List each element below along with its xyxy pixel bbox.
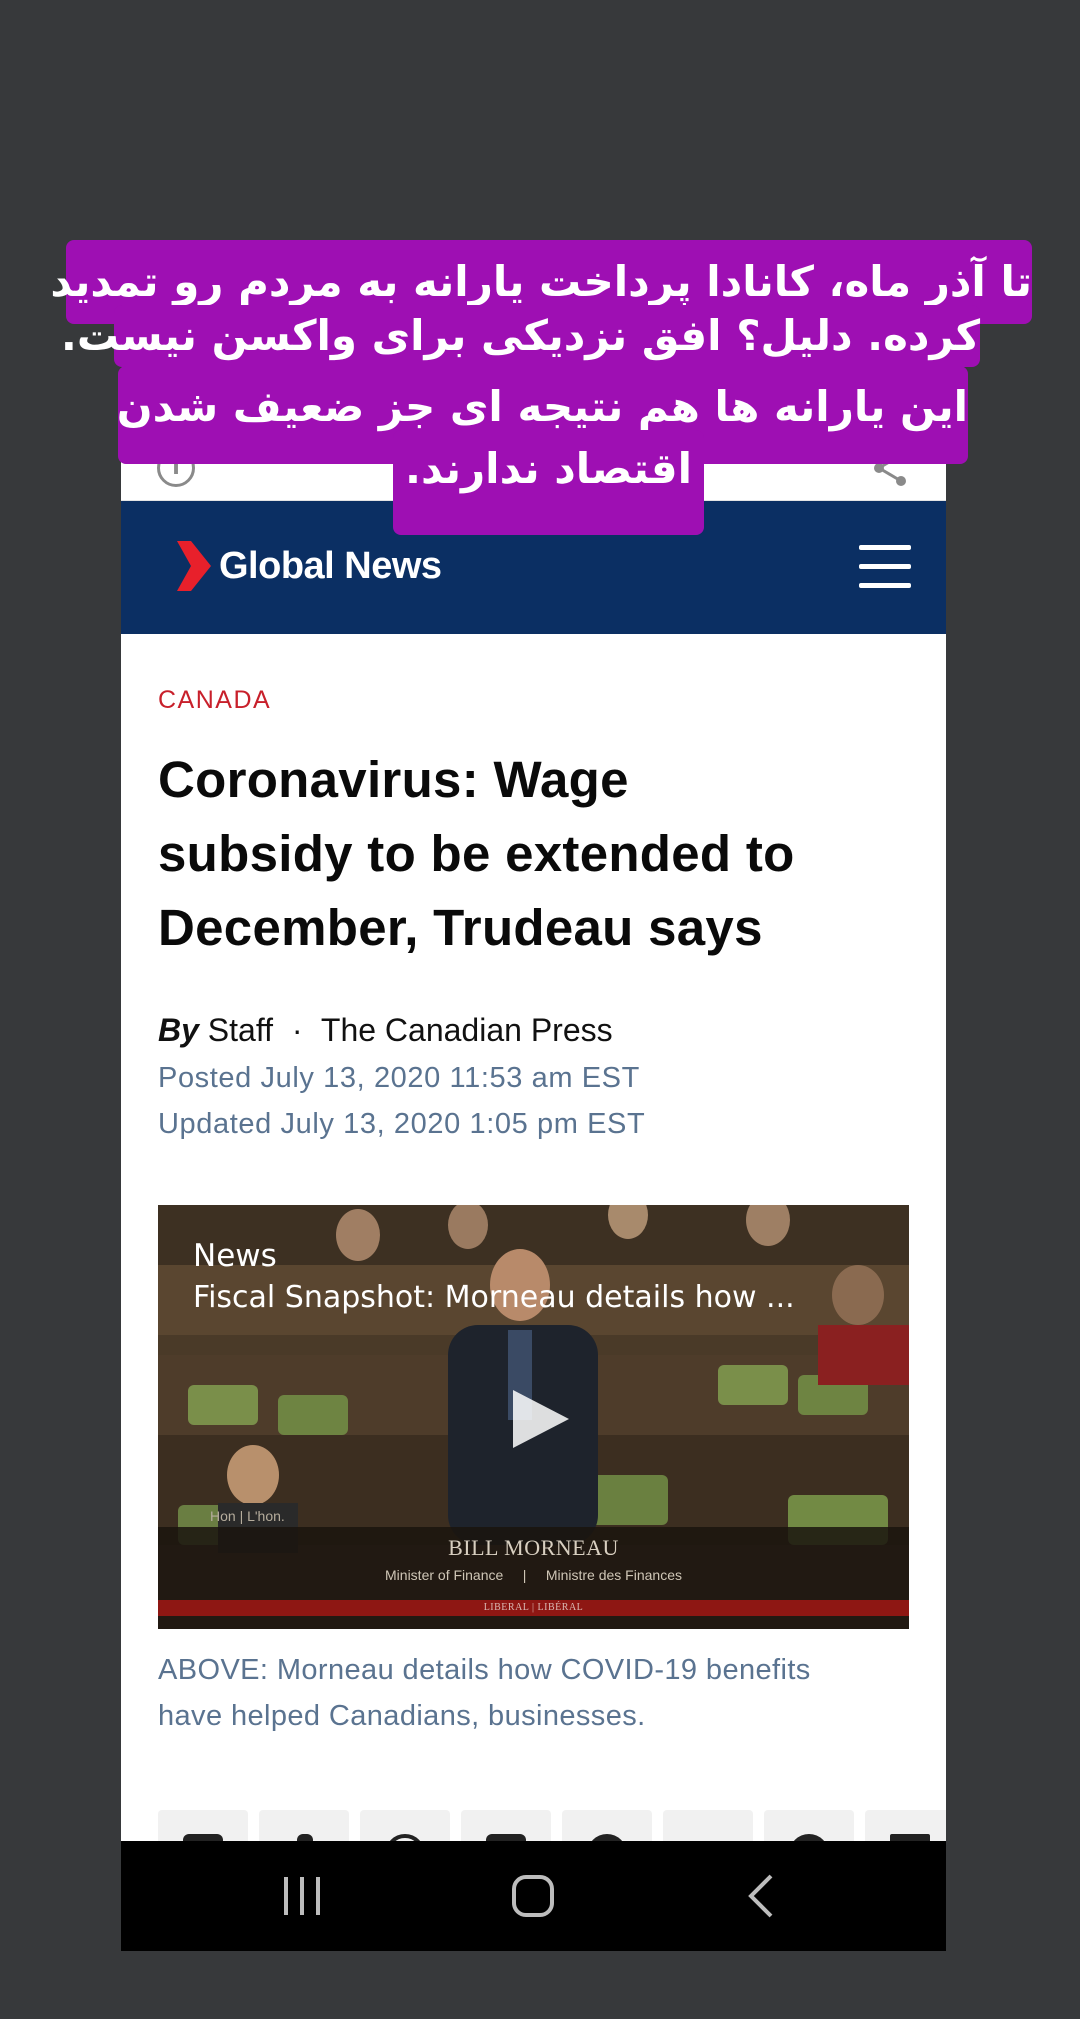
article-header: CANADA Coronavirus: Wage subsidy to be e…	[158, 685, 918, 1147]
video-player[interactable]: News Fiscal Snapshot: Morneau details ho…	[158, 1205, 909, 1629]
play-icon[interactable]	[513, 1390, 569, 1448]
byline-prefix: By	[158, 1012, 199, 1048]
updated-date: Updated July 13, 2020 1:05 pm EST	[158, 1108, 646, 1140]
caption-line: ABOVE: Morneau details how COVID-19 bene…	[158, 1654, 811, 1686]
overlay-line: اقتصاد ندارند.	[393, 430, 704, 535]
headline-line: Coronavirus: Wage	[158, 751, 629, 808]
caption-line: have helped Canadians, businesses.	[158, 1700, 646, 1732]
overlay-line: کرده. دلیل؟ افق نزدیکی برای واکسن نیست.	[61, 305, 980, 367]
headline-line: December, Trudeau says	[158, 899, 763, 956]
byline-separator: ·	[291, 1012, 303, 1048]
article-headline: Coronavirus: Wage subsidy to be extended…	[158, 743, 918, 965]
byline-source[interactable]: The Canadian Press	[321, 1012, 613, 1048]
home-icon[interactable]	[511, 1874, 555, 1918]
video-title[interactable]: Fiscal Snapshot: Morneau details how ...	[193, 1279, 883, 1317]
article-category[interactable]: CANADA	[158, 685, 918, 715]
byline-author[interactable]: Staff	[208, 1012, 273, 1048]
phone-screen: i Global News CANADA Coronavirus: Wage s…	[121, 425, 946, 1951]
headline-line: subsidy to be extended to	[158, 825, 795, 882]
chyron-name: BILL MORNEAU	[448, 1535, 619, 1560]
back-icon[interactable]	[747, 1873, 775, 1919]
video-category: News	[193, 1238, 277, 1274]
chyron-party-bar: LIBERAL | LIBÉRAL	[158, 1600, 909, 1616]
video-caption: ABOVE: Morneau details how COVID-19 bene…	[158, 1647, 918, 1739]
recent-apps-icon[interactable]	[280, 1875, 324, 1917]
chyron-role: Minister of Finance | Ministre des Finan…	[385, 1567, 682, 1583]
text-overlay: تا آذر ماه، کانادا پرداخت یارانه به مردم…	[0, 0, 1080, 600]
system-navigation-bar	[121, 1841, 946, 1951]
chyron-honorific: Hon | L'hon.	[210, 1508, 285, 1524]
byline: By Staff · The Canadian Press	[158, 1009, 918, 1051]
posted-date: Posted July 13, 2020 11:53 am EST	[158, 1062, 640, 1094]
